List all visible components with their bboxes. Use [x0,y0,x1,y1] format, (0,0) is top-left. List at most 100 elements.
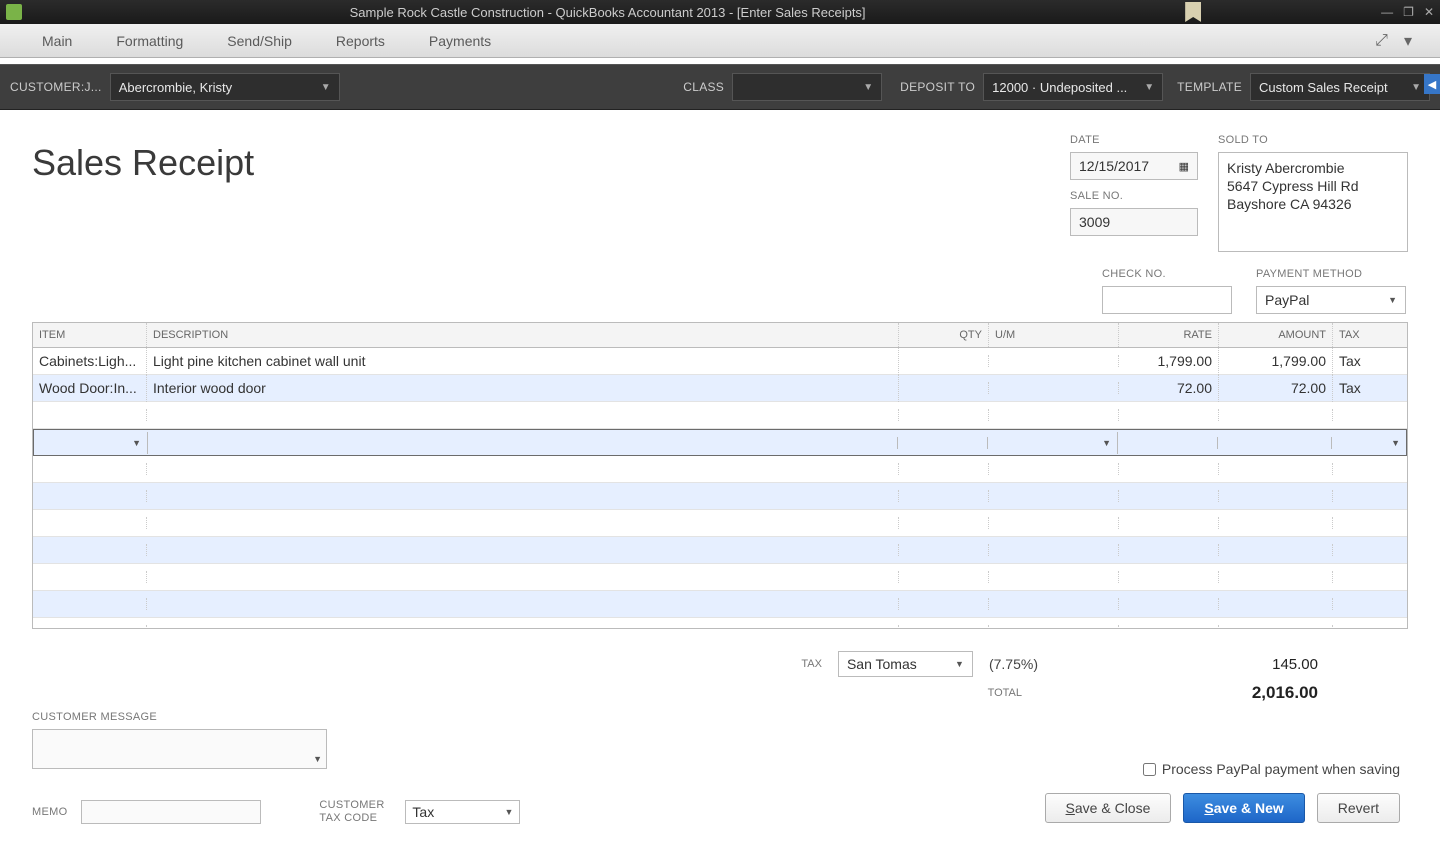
window-title: Sample Rock Castle Construction - QuickB… [30,5,1185,20]
cell-um[interactable]: ▼ [988,432,1118,454]
title-bar: Sample Rock Castle Construction - QuickB… [0,0,1440,24]
deposit-value: 12000 · Undeposited ... [992,80,1127,95]
tab-payments[interactable]: Payments [407,33,513,49]
close-icon[interactable]: ✕ [1424,5,1434,19]
cell-um[interactable] [989,382,1119,394]
cell-rate[interactable] [1118,437,1218,449]
tax-item-select[interactable]: San Tomas ▼ [838,651,973,677]
grid-row-empty[interactable] [33,402,1407,429]
grid-row[interactable]: Cabinets:Ligh... Light pine kitchen cabi… [33,348,1407,375]
grid-row-empty[interactable] [33,537,1407,564]
dropdown-icon[interactable]: ▼ [1102,438,1111,448]
memo-input[interactable] [81,800,261,824]
popout-icon[interactable]: ⤢ [1367,32,1396,50]
deposit-label: DEPOSIT TO [900,80,975,94]
grid-header: ITEM DESCRIPTION QTY U/M RATE AMOUNT TAX [33,323,1407,348]
tab-main[interactable]: Main [20,33,94,49]
grid-row-empty[interactable] [33,483,1407,510]
minimize-icon[interactable]: — [1381,5,1393,19]
saleno-value: 3009 [1079,214,1110,230]
caret-icon: ▼ [505,807,514,817]
class-label: CLASS [683,80,724,94]
memo-label: MEMO [32,806,67,818]
soldto-box[interactable]: Kristy Abercrombie 5647 Cypress Hill Rd … [1218,152,1408,252]
col-desc: DESCRIPTION [147,323,899,347]
cell-desc[interactable]: Interior wood door [147,374,899,402]
caret-icon: ▼ [1411,82,1421,93]
template-label: TEMPLATE [1177,80,1242,94]
dropdown-icon[interactable]: ▼ [1391,438,1400,448]
grid-row-empty[interactable] [33,510,1407,537]
cell-item[interactable]: Wood Door:In... [33,374,147,402]
cell-amount[interactable]: 72.00 [1219,374,1333,402]
grid-row-empty[interactable] [33,456,1407,483]
save-close-button[interactable]: Save & Close [1045,793,1172,823]
bookmark-icon[interactable] [1185,2,1201,22]
cell-qty[interactable] [898,437,988,449]
cell-um[interactable] [989,355,1119,367]
tab-reports[interactable]: Reports [314,33,407,49]
caret-icon: ▼ [1388,295,1397,305]
tax-code-select[interactable]: Tax ▼ [405,800,520,824]
tax-item-value: San Tomas [847,656,917,672]
total-row: TOTAL 2,016.00 [32,683,1408,703]
bottom-panel: CUSTOMER MESSAGE ▼ MEMO CUSTOMER TAX COD… [32,711,1408,825]
grid-row-empty[interactable] [33,564,1407,591]
cell-amount[interactable]: 1,799.00 [1219,348,1333,375]
cell-amount[interactable] [1218,437,1332,449]
cell-rate[interactable]: 72.00 [1119,374,1219,402]
process-payment-checkbox[interactable] [1143,763,1156,776]
caret-icon: ▼ [863,82,873,93]
deposit-select[interactable]: 12000 · Undeposited ... ▼ [983,73,1163,101]
grid-row-empty[interactable] [33,591,1407,618]
line-item-grid: ITEM DESCRIPTION QTY U/M RATE AMOUNT TAX… [32,322,1408,629]
tax-row: TAX San Tomas ▼ (7.75%) 145.00 [32,651,1408,677]
date-label: DATE [1070,134,1198,146]
grid-body[interactable]: Cabinets:Ligh... Light pine kitchen cabi… [33,348,1407,628]
tax-amount: 145.00 [1038,656,1318,673]
chevron-down-icon[interactable]: ▾ [1396,31,1420,51]
cell-qty[interactable] [899,382,989,394]
customer-value: Abercrombie, Kristy [119,80,232,95]
col-amount: AMOUNT [1219,323,1333,347]
form-toolbar: CUSTOMER:J... Abercrombie, Kristy ▼ CLAS… [0,64,1440,110]
cell-item[interactable]: ▼ [34,432,148,454]
checkno-input[interactable] [1102,286,1232,314]
saleno-input[interactable]: 3009 [1070,208,1198,236]
cell-tax[interactable]: Tax [1333,374,1407,402]
payment-select[interactable]: PayPal ▼ [1256,286,1406,314]
customer-select[interactable]: Abercrombie, Kristy ▼ [110,73,340,101]
col-qty: QTY [899,323,989,347]
cust-msg-select[interactable]: ▼ [32,729,327,769]
collapse-right-panel[interactable]: ◀ [1424,74,1440,94]
tab-formatting[interactable]: Formatting [94,33,205,49]
cell-rate[interactable]: 1,799.00 [1119,348,1219,375]
grid-row[interactable]: Wood Door:In... Interior wood door 72.00… [33,375,1407,402]
process-payment-row[interactable]: Process PayPal payment when saving [1045,761,1400,777]
caret-icon: ▼ [313,754,322,764]
cell-tax[interactable]: ▼ [1332,432,1406,454]
template-select[interactable]: Custom Sales Receipt ▼ [1250,73,1430,101]
caret-icon: ▼ [955,659,964,669]
class-select[interactable]: ▼ [732,73,882,101]
revert-button[interactable]: Revert [1317,793,1400,823]
grid-row-empty[interactable] [33,618,1407,628]
cell-qty[interactable] [899,355,989,367]
main-content: Sales Receipt DATE 12/15/2017 ▦ SALE NO.… [0,110,1440,849]
cell-desc[interactable]: Light pine kitchen cabinet wall unit [147,348,899,375]
cell-item[interactable]: Cabinets:Ligh... [33,348,147,375]
date-value: 12/15/2017 [1079,158,1149,174]
window-controls: — ❐ ✕ [1381,5,1434,19]
dropdown-icon[interactable]: ▼ [132,438,141,448]
cell-desc[interactable] [148,437,898,449]
grid-row-active[interactable]: ▼ ▼ ▼ [33,429,1407,456]
page-title: Sales Receipt [32,142,1070,252]
cell-tax[interactable]: Tax [1333,348,1407,375]
tab-sendship[interactable]: Send/Ship [205,33,314,49]
restore-icon[interactable]: ❐ [1403,5,1414,19]
caret-icon: ▼ [1144,82,1154,93]
save-new-button[interactable]: Save & New [1183,793,1304,823]
calendar-icon[interactable]: ▦ [1179,160,1189,173]
date-input[interactable]: 12/15/2017 ▦ [1070,152,1198,180]
tax-percent: (7.75%) [989,656,1038,672]
